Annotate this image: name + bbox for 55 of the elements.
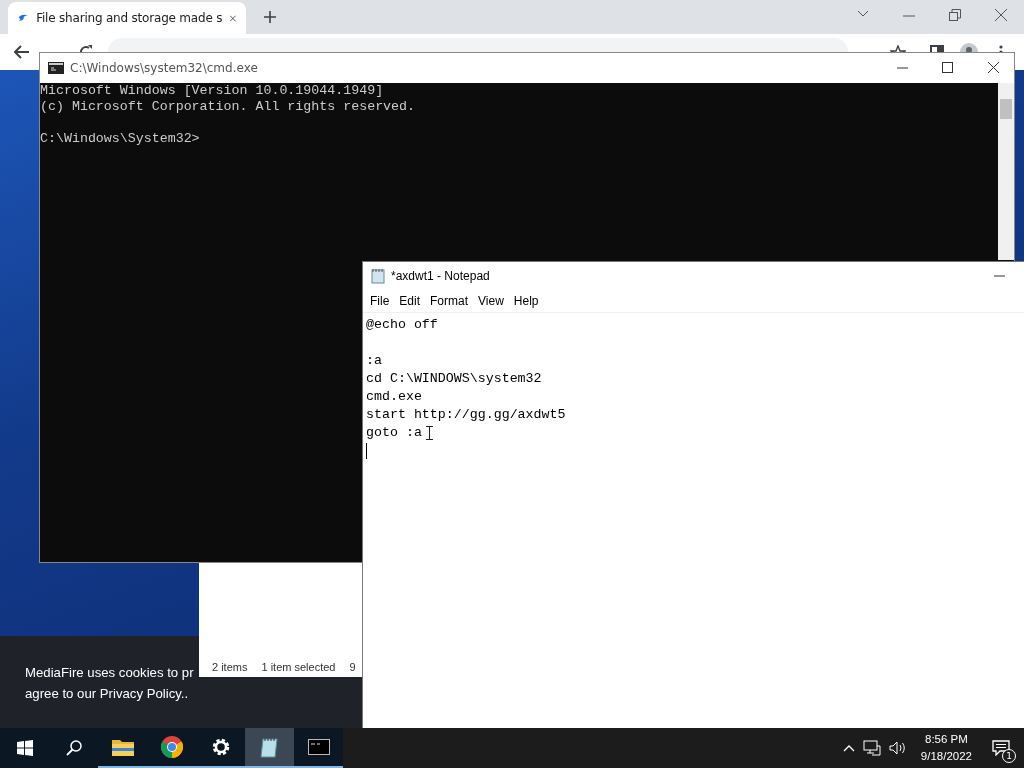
notification-badge: 1 xyxy=(1002,749,1016,763)
clock[interactable]: 8:56 PM 9/18/2022 xyxy=(914,731,978,765)
taskbar-button[interactable] xyxy=(245,728,294,768)
back-arrow-icon[interactable] xyxy=(14,45,30,59)
menu-item[interactable]: Help xyxy=(508,292,544,310)
status-text: 2 items xyxy=(212,661,248,673)
menu-item[interactable]: Edit xyxy=(394,292,426,310)
code-line: cmd.exe xyxy=(366,388,422,406)
folder-icon xyxy=(111,738,134,756)
flame-icon xyxy=(18,12,29,24)
plus-icon[interactable] xyxy=(263,10,277,24)
code-line: :a xyxy=(366,352,382,370)
chevron-up-icon[interactable] xyxy=(842,744,855,752)
menu-item[interactable]: View xyxy=(473,292,509,310)
text-editor[interactable]: @echo off :a cd C:\WINDOWS\system32 cmd.exe start http://gg.gg/axdwt5 goto :a xyxy=(363,313,1024,729)
chevron-down-icon[interactable] xyxy=(857,10,869,18)
search-icon xyxy=(65,740,82,756)
tab-title: File sharing and storage made s xyxy=(36,11,223,25)
code-line: @echo off xyxy=(366,316,438,334)
network-icon[interactable] xyxy=(862,740,881,756)
windows-icon xyxy=(16,740,33,756)
star-icon[interactable] xyxy=(890,45,906,52)
close-icon[interactable] xyxy=(995,9,1007,21)
console-line: Microsoft Windows [Version 10.0.19044.1949] xyxy=(40,83,385,99)
console-icon xyxy=(307,739,330,755)
time-text: 8:56 PM xyxy=(925,732,968,747)
speaker-icon[interactable] xyxy=(888,741,907,755)
code-line: goto :a xyxy=(366,424,422,442)
browser-tab[interactable]: File sharing and storage made s xyxy=(8,2,246,34)
notepad-icon xyxy=(259,736,280,758)
menu-item[interactable]: Format xyxy=(425,292,474,310)
notepad-icon xyxy=(371,268,385,284)
console-line: (c) Microsoft Corporation. All rights reserved. xyxy=(40,99,417,115)
console-line: C:\Windows\System32> xyxy=(40,131,201,147)
cookie-text: MediaFire uses cookies to pr xyxy=(25,664,194,682)
menu-item[interactable]: File xyxy=(365,292,395,310)
settings-icon xyxy=(210,737,231,757)
scrollbar[interactable] xyxy=(998,83,1014,260)
console-icon xyxy=(48,62,64,74)
code-line: cd C:\WINDOWS\system32 xyxy=(366,370,542,388)
code-line: start http://gg.gg/axdwt5 xyxy=(366,406,566,424)
window-title: *axdwt1 - Notepad xyxy=(391,269,490,283)
side-panel-icon[interactable] xyxy=(930,45,944,52)
browser-logo-icon xyxy=(160,736,183,758)
text-caret xyxy=(366,443,367,459)
cookie-text: agree to our Privacy Policy.. xyxy=(25,685,189,703)
status-text: 1 item selected xyxy=(261,661,336,673)
window-title: C:\Windows\system32\cmd.exe xyxy=(70,61,258,75)
status-text: 9 xyxy=(349,661,356,673)
close-icon[interactable] xyxy=(988,62,999,73)
maximize-icon[interactable] xyxy=(942,62,953,73)
restore-icon[interactable] xyxy=(949,9,961,21)
date-text: 9/18/2022 xyxy=(920,749,972,764)
text-cursor-icon xyxy=(425,426,433,440)
notification-button[interactable]: 1 xyxy=(986,728,1016,768)
